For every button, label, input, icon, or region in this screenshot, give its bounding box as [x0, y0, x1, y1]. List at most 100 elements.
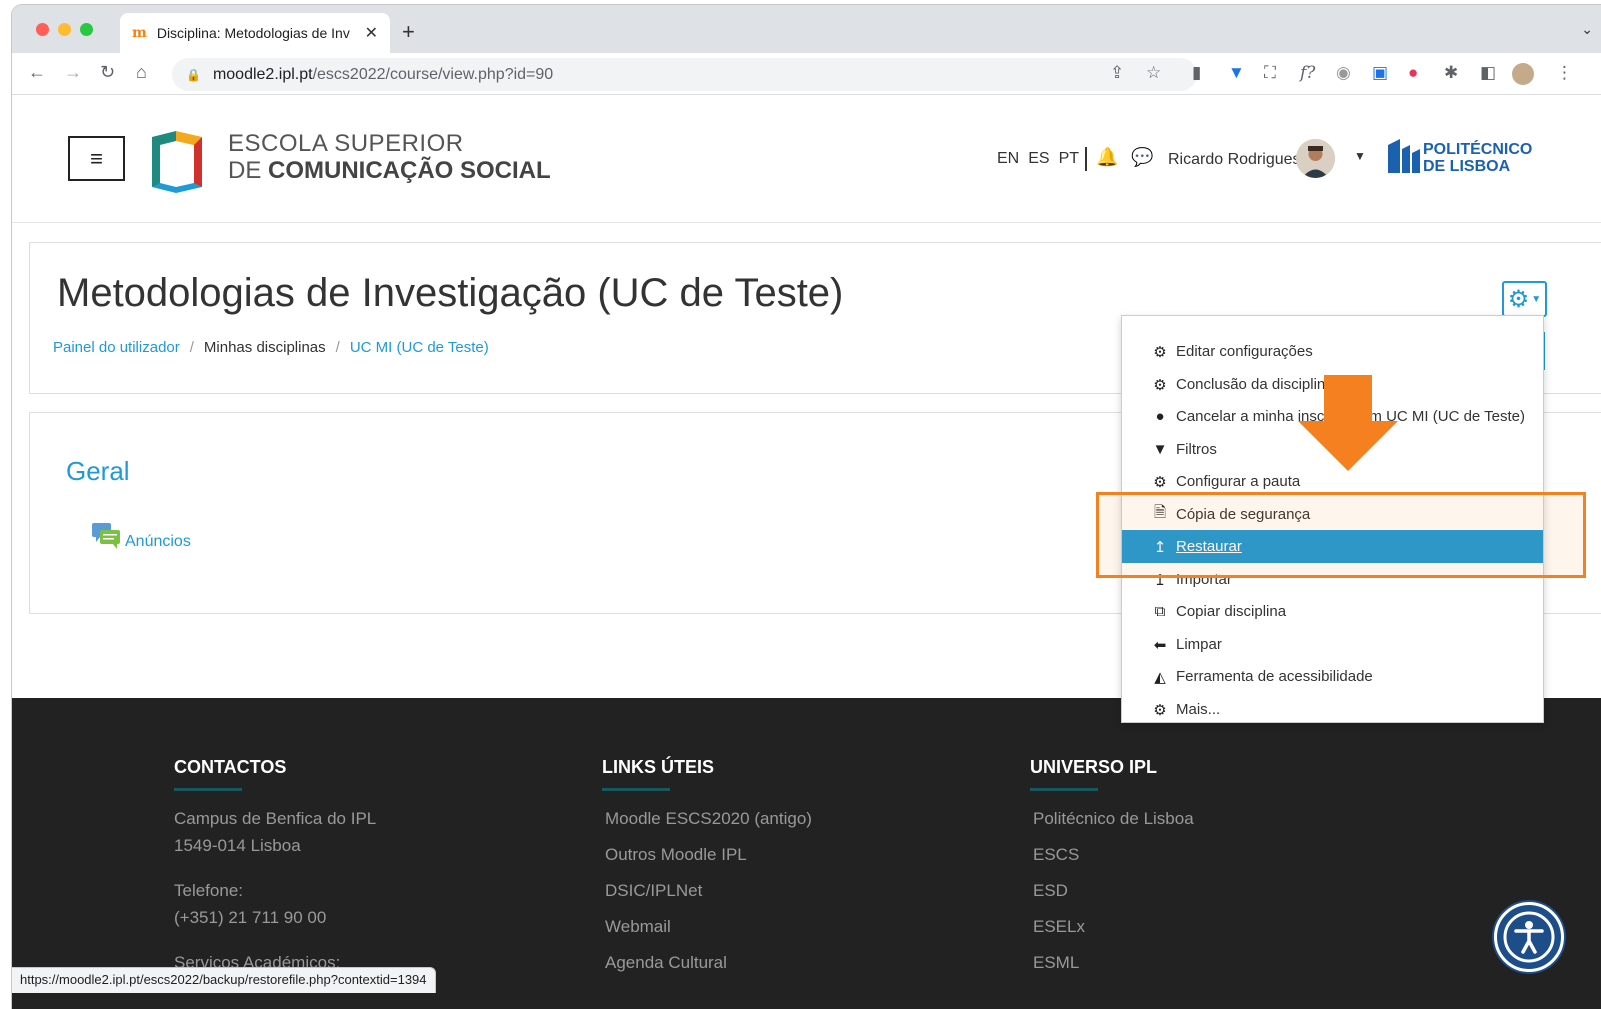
sidepanel-icon[interactable]: ◧ [1480, 63, 1496, 83]
footer-links-title: LINKS ÚTEIS [602, 757, 715, 777]
user-icon: ● [1155, 408, 1165, 425]
menu-item-copy-course[interactable]: ⧉ Copiar disciplina [1122, 595, 1543, 628]
menu-item-label: Editar configurações [1176, 343, 1313, 360]
lang-en[interactable]: EN [997, 150, 1019, 168]
gear-icon: ⚙ [1507, 285, 1530, 313]
status-bar-url: https://moodle2.ipl.pt/escs2022/backup/r… [12, 967, 436, 993]
footer-link[interactable]: Moodle ESCS2020 (antigo) [605, 809, 812, 829]
gear-icon: ⚙ [1153, 376, 1167, 394]
extension-reader-icon[interactable]: ▮ [1192, 63, 1201, 83]
header-divider [1085, 147, 1087, 171]
section-title[interactable]: Geral [66, 456, 130, 487]
menu-item-reset[interactable]: ⬅ Limpar [1122, 628, 1543, 661]
school-name: ESCOLA SUPERIOR DE COMUNICAÇÃO SOCIAL [228, 132, 551, 183]
chevron-down-icon: ▼ [1531, 293, 1542, 305]
formula-icon[interactable]: f? [1300, 63, 1315, 83]
camera-icon[interactable]: ◉ [1336, 63, 1351, 83]
footer-ipl-link[interactable]: Politécnico de Lisboa [1033, 809, 1194, 829]
school-name-line1: ESCOLA SUPERIOR [228, 130, 464, 157]
window-controls [36, 23, 93, 36]
reload-icon[interactable]: ↻ [100, 62, 115, 83]
accessibility-button[interactable] [1494, 902, 1564, 972]
footer-underline [602, 788, 670, 791]
url-domain: moodle2.ipl.pt [212, 65, 313, 83]
lang-pt[interactable]: PT [1059, 150, 1079, 168]
screenshot-icon[interactable]: ⛶ [1264, 63, 1276, 83]
breadcrumb-course[interactable]: UC MI (UC de Teste) [350, 339, 489, 356]
minimize-window-button[interactable] [58, 23, 71, 36]
lang-es[interactable]: ES [1028, 150, 1049, 168]
user-name[interactable]: Ricardo Rodrigues [1168, 151, 1301, 169]
footer-ipl-title: UNIVERSO IPL [1030, 757, 1158, 777]
chart-icon: ◭ [1154, 668, 1166, 686]
site-header: ≡ ESCOLA SUPERIOR DE COMUNICAÇÃO SOCIAL … [12, 95, 1601, 223]
forward-icon[interactable]: → [64, 62, 82, 83]
profile-avatar[interactable] [1512, 63, 1534, 85]
copy-icon: ⧉ [1154, 603, 1166, 620]
avatar[interactable] [1296, 139, 1335, 178]
lock-icon: 🔒 [186, 67, 201, 82]
menu-item-label: Copiar disciplina [1176, 603, 1287, 620]
menu-item-label: Ferramenta de acessibilidade [1176, 668, 1373, 685]
school-name-line2b: COMUNICAÇÃO SOCIAL [268, 157, 551, 184]
bell-icon[interactable]: 🔔 [1096, 147, 1118, 168]
arrow-down-annotation-icon [1298, 375, 1398, 471]
forum-icon [92, 523, 120, 549]
footer-ipl-link[interactable]: ESELx [1033, 917, 1085, 937]
moodle-favicon-icon: m [132, 25, 147, 41]
breadcrumb-dashboard[interactable]: Painel do utilizador [53, 339, 180, 356]
page-title: Metodologias de Investigação (UC de Test… [57, 271, 844, 315]
extension-t-icon[interactable]: ● [1408, 63, 1418, 83]
partner-line1: POLITÉCNICO [1423, 141, 1533, 158]
breadcrumb-my-courses[interactable]: Minhas disciplinas [204, 339, 326, 356]
footer-link[interactable]: Agenda Cultural [605, 953, 727, 973]
tab-close-icon[interactable]: ✕ [365, 23, 378, 43]
escs-logo-icon [152, 131, 202, 193]
gear-icon: ⚙ [1153, 473, 1167, 491]
home-icon[interactable]: ⌂ [136, 62, 147, 83]
announcements-link[interactable]: Anúncios [125, 533, 191, 551]
hamburger-menu-button[interactable]: ≡ [68, 136, 125, 181]
footer-ipl-link[interactable]: ESD [1033, 881, 1068, 901]
footer-contact-line: Telefone: [174, 881, 243, 900]
window-capture-icon[interactable]: ▣ [1372, 63, 1388, 83]
filter-icon: ▼ [1152, 441, 1168, 458]
footer-link[interactable]: Outros Moodle IPL [605, 845, 747, 865]
tab-title: Disciplina: Metodologias de Inv [156, 25, 350, 41]
gear-icon: ⚙ [1153, 343, 1167, 361]
back-icon[interactable]: ← [28, 62, 46, 83]
footer-link[interactable]: DSIC/IPLNet [605, 881, 702, 901]
browser-tab-active[interactable]: m Disciplina: Metodologias de Inv ✕ [120, 13, 390, 53]
tab-strip: m Disciplina: Metodologias de Inv ✕ + ⌄ [12, 5, 1601, 53]
user-menu-caret-icon[interactable]: ▼ [1354, 149, 1366, 163]
footer-underline [1030, 788, 1098, 791]
chrome-menu-icon[interactable]: ⋮ [1556, 63, 1573, 83]
menu-item-more[interactable]: ⚙ Mais... [1122, 693, 1543, 726]
footer-contact-line: (+351) 21 711 90 00 [174, 908, 327, 927]
footer-contacts-title: CONTACTOS [174, 757, 287, 777]
school-name-line2a: DE [228, 157, 269, 184]
menu-item-label: Filtros [1176, 441, 1217, 458]
footer-link[interactable]: Webmail [605, 917, 671, 937]
footer-contact-line: 1549-014 Lisboa [174, 836, 301, 855]
language-selector: EN ES PT [997, 150, 1079, 168]
chat-icon[interactable]: 💬 [1131, 147, 1153, 168]
puzzle-icon[interactable]: ✱ [1444, 63, 1458, 83]
tab-search-icon[interactable]: ⌄ [1581, 21, 1593, 38]
partner-name: POLITÉCNICO DE LISBOA [1423, 141, 1532, 175]
close-window-button[interactable] [36, 23, 49, 36]
share-icon[interactable]: ⇪ [1110, 63, 1124, 83]
menu-item-edit-settings[interactable]: ⚙ Editar configurações [1122, 335, 1543, 368]
address-bar[interactable]: 🔒 moodle2.ipl.pt/escs2022/course/view.ph… [172, 58, 1197, 91]
menu-item-accessibility-tool[interactable]: ◭ Ferramenta de acessibilidade [1122, 660, 1543, 693]
bookmark-star-icon[interactable]: ☆ [1146, 63, 1161, 83]
footer-ipl-link[interactable]: ESML [1033, 953, 1079, 973]
course-actions-button[interactable]: ⚙ ▼ [1502, 281, 1547, 317]
maximize-window-button[interactable] [80, 23, 93, 36]
highlight-box-annotation [1096, 492, 1586, 578]
new-tab-button[interactable]: + [402, 19, 415, 45]
footer-ipl-link[interactable]: ESCS [1033, 845, 1079, 865]
extension-shield-icon[interactable]: ▼ [1228, 63, 1245, 83]
partner-line2: DE LISBOA [1423, 158, 1511, 175]
footer-contact-line: Campus de Benfica do IPL [174, 809, 377, 828]
